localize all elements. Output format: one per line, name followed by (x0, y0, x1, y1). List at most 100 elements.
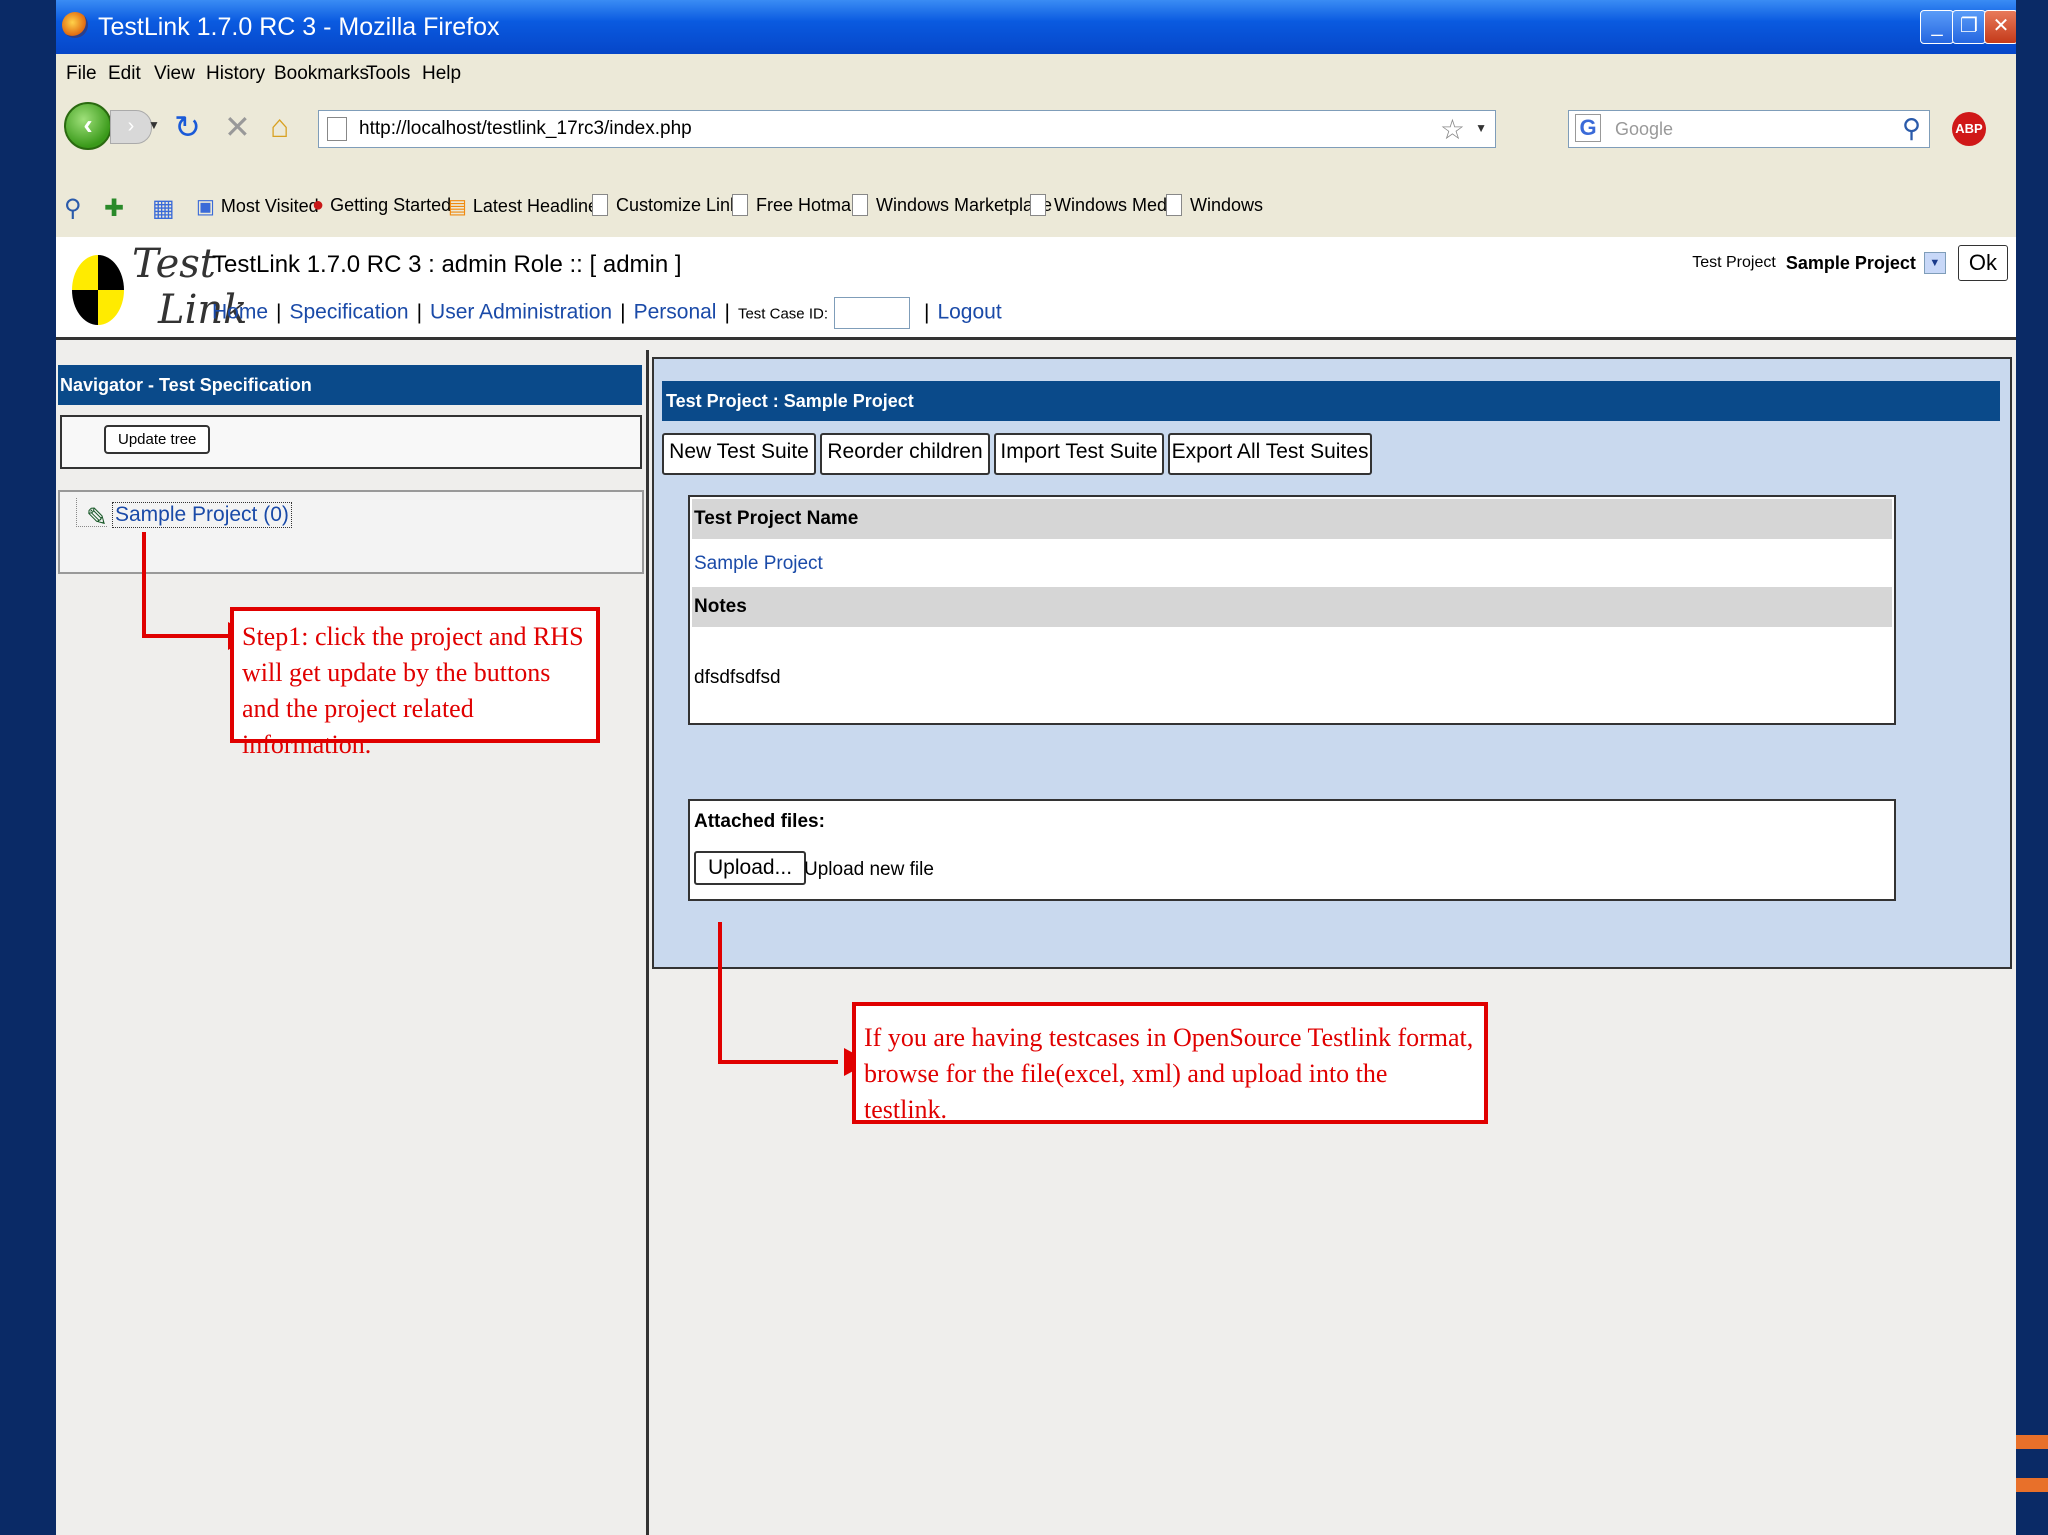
maximize-button[interactable]: ❐ (1952, 10, 1986, 44)
nav-personal-link[interactable]: Personal (634, 301, 717, 324)
project-select[interactable]: Sample Project (1786, 253, 1916, 274)
project-label: Test Project (1692, 254, 1776, 271)
test-case-id-input[interactable] (833, 297, 910, 329)
separator: | (923, 300, 930, 324)
firefox-icon (62, 12, 88, 38)
bookmark-star-icon[interactable]: ☆ (1440, 113, 1465, 146)
chevron-down-icon[interactable]: ▼ (1923, 252, 1946, 274)
bookmark-folder-icon: ▣ (196, 196, 215, 218)
adblock-icon[interactable]: ABP (1952, 112, 1986, 146)
annotation-arrow-line (142, 532, 146, 638)
separator: | (724, 300, 730, 324)
separator: | (620, 300, 626, 324)
main-navigation: Home | Specification | User Administration | P… (212, 297, 1002, 329)
menu-view[interactable]: View (154, 63, 195, 85)
stop-icon[interactable]: ✕ (224, 108, 251, 146)
reorder-children-button[interactable]: Reorder children (820, 433, 990, 475)
history-dropdown-icon[interactable]: ▼ (148, 118, 160, 132)
browser-window: TestLink 1.7.0 RC 3 - Mozilla Firefox _ … (56, 0, 2016, 1535)
pencil-icon: ✎ (86, 502, 108, 532)
url-dropdown-icon[interactable]: ▼ (1475, 121, 1487, 135)
nav-user-admin-link[interactable]: User Administration (430, 301, 612, 324)
menu-file[interactable]: File (66, 63, 97, 85)
search-placeholder[interactable]: Google (1615, 119, 1673, 140)
bookmark-most-visited[interactable]: ▣ Most Visited (196, 194, 319, 219)
test-case-id-label: Test Case ID: (737, 305, 828, 323)
title-bar: TestLink 1.7.0 RC 3 - Mozilla Firefox _ … (56, 0, 2016, 54)
notes-header: Notes (692, 587, 1892, 627)
reload-icon[interactable]: ↻ (174, 108, 201, 146)
slide-stripe (2016, 1478, 2048, 1492)
logout-link[interactable]: Logout (937, 301, 1001, 324)
close-button[interactable]: ✕ (1984, 10, 2016, 44)
calendar-icon[interactable]: ▦ (152, 194, 175, 223)
menu-tools[interactable]: Tools (366, 63, 410, 85)
testlink-logo: Test Link (66, 241, 247, 333)
notes-value: dfsdfsdfsd (694, 667, 781, 688)
minimize-button[interactable]: _ (1920, 10, 1954, 44)
frame-divider[interactable] (646, 350, 649, 1535)
navigator-header: Navigator - Test Specification (58, 365, 642, 405)
attached-files-label: Attached files: (694, 811, 825, 832)
menu-help[interactable]: Help (422, 63, 461, 85)
logo-circle-icon (72, 255, 124, 325)
import-test-suite-button[interactable]: Import Test Suite (994, 433, 1164, 475)
bookmark-latest-headlines[interactable]: ▤ Latest Headlines (448, 194, 607, 219)
search-bar[interactable]: G Google ⚲ (1568, 110, 1930, 148)
separator: | (276, 300, 282, 324)
address-bar[interactable]: http://localhost/testlink_17rc3/index.ph… (318, 110, 1496, 148)
forward-button[interactable]: › (110, 110, 152, 144)
nav-home-link[interactable]: Home (212, 301, 268, 324)
page-title: TestLink 1.7.0 RC 3 : admin Role :: [ ad… (212, 251, 682, 278)
bookmark-getting-started[interactable]: ● Getting Started (312, 194, 451, 217)
update-tree-button[interactable]: Update tree (104, 425, 211, 454)
step1-callout: Step1: click the project and RHS will ge… (230, 607, 600, 759)
bookmark-windows-marketplace[interactable]: Windows Marketplace (852, 194, 1052, 216)
logo-test-text: Test (132, 241, 216, 287)
nav-specification-link[interactable]: Specification (290, 301, 409, 324)
testlink-header: Test Link TestLink 1.7.0 RC 3 : admin Ro… (56, 237, 2016, 337)
getting-started-icon: ● (312, 194, 325, 216)
add-icon[interactable]: ✚ (104, 194, 124, 223)
menu-bookmarks[interactable]: Bookmarks (274, 63, 369, 85)
project-info-table: Test Project Name Sample Project Notes d… (688, 495, 1896, 725)
annotation-arrow-line (718, 922, 722, 1064)
bookmarks-toolbar: ⚲ ✚ ▦ ▣ Most Visited ● Getting Started ▤ La… (56, 170, 2016, 236)
attachments-section: Attached files: Upload... Upload new fil… (688, 799, 1896, 901)
ok-button[interactable]: Ok (1957, 245, 2008, 281)
bookmark-free-hotmail[interactable]: Free Hotmail (732, 194, 859, 216)
bookmark-customize-links[interactable]: Customize Links (592, 194, 748, 216)
project-panel-header: Test Project : Sample Project (662, 381, 2000, 421)
slide-stripe (2016, 1435, 2048, 1449)
page-icon (592, 194, 608, 216)
rss-icon: ▤ (448, 196, 467, 218)
project-selector: Test Project Sample Project ▼ Ok (1692, 245, 2008, 281)
menu-edit[interactable]: Edit (108, 63, 141, 85)
url-text[interactable]: http://localhost/testlink_17rc3/index.ph… (359, 118, 692, 140)
annotation-arrow-line (142, 634, 232, 638)
navigation-toolbar: ‹ › ▼ ↻ ✕ ⌂ http://localhost/testlink_17… (56, 94, 2016, 170)
tree-node-sample-project[interactable]: Sample Project (0) (112, 502, 292, 528)
search-tool-icon[interactable]: ⚲ (64, 194, 82, 223)
search-icon[interactable]: ⚲ (1902, 113, 1921, 144)
home-icon[interactable]: ⌂ (270, 108, 289, 145)
page-icon (1030, 194, 1046, 216)
upload-hint: Upload new file (804, 859, 934, 880)
back-button[interactable]: ‹ (64, 102, 112, 150)
menu-history[interactable]: History (206, 63, 265, 85)
upload-button[interactable]: Upload... (694, 851, 807, 885)
bookmark-windows-media[interactable]: Windows Media (1030, 194, 1181, 216)
project-name-link[interactable]: Sample Project (694, 553, 823, 575)
google-icon[interactable]: G (1575, 114, 1601, 142)
export-all-test-suites-button[interactable]: Export All Test Suites (1168, 433, 1372, 475)
page-icon (327, 117, 347, 141)
page-icon (852, 194, 868, 216)
content-area: Navigator - Test Specification Update tr… (56, 340, 2016, 1535)
separator: | (416, 300, 423, 324)
upload-callout: If you are having testcases in OpenSourc… (852, 1002, 1488, 1124)
menu-bar: File Edit View History Bookmarks Tools H… (56, 54, 2016, 94)
bookmark-windows[interactable]: Windows (1166, 194, 1263, 216)
navigator-toolbar: Update tree (60, 415, 642, 469)
navigator-pane: Navigator - Test Specification Update tr… (56, 340, 646, 1535)
new-test-suite-button[interactable]: New Test Suite (662, 433, 816, 475)
